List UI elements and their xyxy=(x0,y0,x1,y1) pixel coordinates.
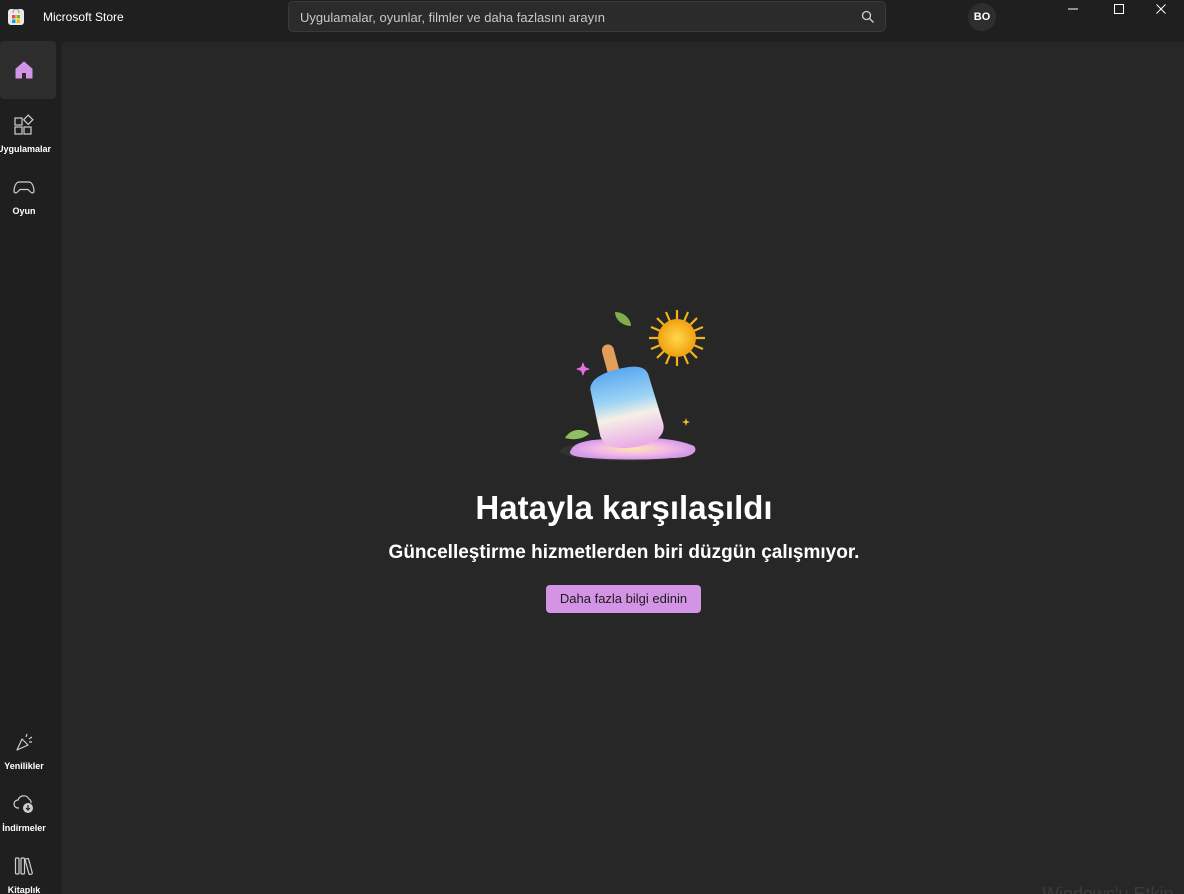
minimize-icon xyxy=(1068,8,1078,10)
sidebar-item-label: İndirmeler xyxy=(2,823,46,833)
close-icon xyxy=(1156,4,1166,14)
app-title: Microsoft Store xyxy=(43,10,124,24)
whats-new-icon xyxy=(16,733,33,751)
sidebar-item-home[interactable] xyxy=(0,41,56,99)
sidebar-item-downloads[interactable]: İndirmeler xyxy=(0,781,56,839)
melting-popsicle-illustration xyxy=(551,306,711,466)
error-title: Hatayla karşılaşıldı xyxy=(475,489,773,526)
title-bar: Microsoft Store Uygulamalar, oyunlar, fi… xyxy=(0,0,1184,40)
apps-icon xyxy=(14,114,34,135)
maximize-icon xyxy=(1114,4,1124,14)
home-icon xyxy=(15,61,33,79)
learn-more-button[interactable]: Daha fazla bilgi edinin xyxy=(546,585,701,613)
store-logo-icon xyxy=(8,9,24,25)
sidebar-item-label: Kitaplık xyxy=(7,885,41,894)
windows-activation-watermark: Windows'u Etkin xyxy=(1042,884,1174,894)
library-icon xyxy=(14,857,33,876)
sidebar-item-gaming[interactable]: Oyun xyxy=(0,164,56,222)
maximize-button[interactable] xyxy=(1096,0,1142,18)
close-button[interactable] xyxy=(1138,0,1184,18)
error-description: Güncelleştirme hizmetlerden biri düzgün … xyxy=(388,542,860,563)
sidebar-item-label: Oyun xyxy=(12,206,36,216)
sidebar-item-label: Uygulamalar xyxy=(0,144,52,154)
minimize-button[interactable] xyxy=(1050,0,1096,18)
search-icon[interactable] xyxy=(861,10,875,24)
sidebar-item-library[interactable]: Kitaplık xyxy=(0,843,56,894)
sidebar-item-apps[interactable]: Uygulamalar xyxy=(0,102,56,160)
search-box[interactable]: Uygulamalar, oyunlar, filmler ve daha fa… xyxy=(288,1,886,32)
account-avatar[interactable]: BO xyxy=(968,3,996,31)
sidebar: Uygulamalar Oyun Yenilikler İndirmeler K… xyxy=(0,40,60,894)
gamepad-icon xyxy=(13,181,35,194)
main-content: Hatayla karşılaşıldı Güncelleştirme hizm… xyxy=(61,42,1184,894)
search-input[interactable]: Uygulamalar, oyunlar, filmler ve daha fa… xyxy=(300,10,605,25)
downloads-icon xyxy=(13,795,33,813)
sidebar-item-whats-new[interactable]: Yenilikler xyxy=(0,719,56,777)
microsoft-store-window: Microsoft Store Uygulamalar, oyunlar, fi… xyxy=(0,0,1184,894)
sidebar-item-label: Yenilikler xyxy=(4,761,44,771)
